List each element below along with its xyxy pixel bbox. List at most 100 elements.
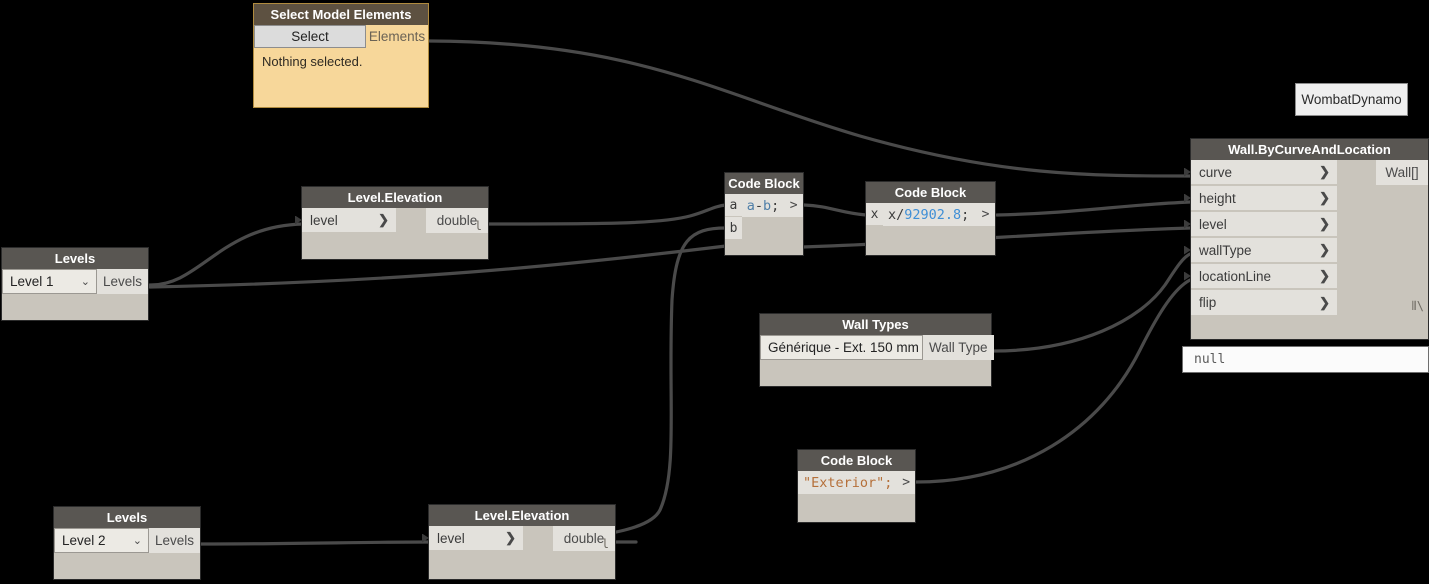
select-row: Select Elements: [254, 25, 428, 48]
chevron-right-icon: ❯: [1319, 190, 1330, 205]
port-row-level: level ❯: [1184, 212, 1428, 238]
input-port-b[interactable]: b: [725, 217, 742, 239]
selection-status-text: Nothing selected.: [262, 54, 363, 69]
code-token: b: [763, 197, 772, 214]
levels-dropdown[interactable]: Level 1 ⌄: [2, 269, 97, 294]
code-text[interactable]: x/92902.8;: [883, 203, 976, 226]
level-input-label: level: [437, 530, 465, 546]
code-row-x: x x/92902.8; >: [866, 203, 995, 226]
code-row-b: b: [725, 217, 803, 239]
preview-pin-icon[interactable]: l: [602, 537, 609, 551]
wire-cb1-to-cb2: [802, 203, 868, 217]
node-select-model-elements[interactable]: Select Model Elements Select Elements No…: [253, 3, 429, 108]
input-port-x[interactable]: x: [866, 203, 883, 226]
node-title: Levels: [54, 507, 200, 528]
wire-levelelev2-to-b: [427, 226, 728, 544]
levels-output-port[interactable]: Levels: [148, 528, 200, 553]
node-wall-by-curve-and-location[interactable]: Wall.ByCurveAndLocation curve ❯ Wall[] h…: [1184, 138, 1429, 340]
levels-dropdown-value: Level 2: [62, 533, 106, 548]
wall-type-dropdown[interactable]: Générique - Ext. 150 mm ⌄: [760, 335, 936, 360]
node-title: Wall Types: [760, 314, 991, 335]
locationline-input-port[interactable]: locationLine ❯: [1184, 264, 1337, 289]
port-row-flip: flip ❯: [1191, 290, 1428, 316]
input-label: flip: [1199, 295, 1217, 310]
wire-levels1-to-levelelev1: [148, 222, 305, 287]
levels-dropdown[interactable]: Level 2 ⌄: [54, 528, 149, 553]
levels-dropdown-value: Level 1: [10, 274, 54, 289]
preview-pin-icon[interactable]: l: [475, 219, 482, 233]
levels-output-port[interactable]: Levels: [96, 269, 148, 294]
elements-output-port[interactable]: Elements: [366, 25, 428, 48]
input-port-a[interactable]: a: [725, 194, 742, 217]
chevron-right-icon: ❯: [1319, 164, 1330, 179]
chevron-right-icon: ❯: [1319, 242, 1330, 257]
code-token: "Exterior": [803, 474, 885, 491]
output-port[interactable]: >: [976, 203, 995, 226]
node-level-elevation-1[interactable]: Level.Elevation level ❯ double l: [295, 186, 489, 260]
port-row: level ❯ double: [422, 526, 615, 552]
wire-cb2-to-height: [995, 200, 1192, 217]
node-levels-1[interactable]: Levels Level 1 ⌄ Levels: [1, 247, 149, 321]
node-levels-2[interactable]: Levels Level 2 ⌄ Levels: [53, 506, 201, 580]
code-token: ;: [884, 474, 893, 491]
chevron-right-icon: ❯: [505, 530, 516, 545]
level-input-port[interactable]: level ❯: [295, 208, 396, 233]
node-wall-types[interactable]: Wall Types Générique - Ext. 150 mm ⌄ Wal…: [759, 313, 994, 387]
output-port[interactable]: >: [897, 471, 915, 494]
node-level-elevation-2[interactable]: Level.Elevation level ❯ double l: [422, 504, 616, 580]
flip-input-port[interactable]: flip ❯: [1191, 290, 1337, 315]
wall-type-output-port[interactable]: Wall Type: [923, 335, 994, 360]
code-token: -: [754, 197, 764, 214]
node-body: level ❯ double l: [422, 526, 615, 552]
input-connector-nub: [1184, 193, 1191, 203]
wall-output-port[interactable]: Wall[]: [1376, 160, 1428, 185]
port-row-curve: curve ❯ Wall[]: [1184, 160, 1428, 186]
wall-type-dropdown-value: Générique - Ext. 150 mm: [768, 340, 919, 355]
input-connector-nub: [1184, 219, 1191, 229]
height-input-port[interactable]: height ❯: [1184, 186, 1337, 211]
level-input-label: level: [310, 212, 338, 228]
node-title: Code Block: [798, 450, 915, 471]
select-button[interactable]: Select: [254, 25, 366, 48]
node-title: Select Model Elements: [254, 4, 428, 25]
input-label: curve: [1199, 164, 1233, 180]
code-token: ;: [771, 197, 780, 214]
levels-row: Level 1 ⌄ Levels: [2, 269, 148, 294]
code-token: a: [746, 197, 755, 214]
preview-value: null: [1194, 352, 1226, 367]
output-port[interactable]: >: [784, 194, 803, 217]
node-body: curve ❯ Wall[] height ❯ level ❯ wallType…: [1184, 160, 1428, 316]
level-input-port[interactable]: level ❯: [1184, 212, 1337, 237]
code-token: 92902.8: [904, 206, 962, 223]
code-text[interactable]: "Exterior";: [798, 471, 898, 494]
port-spacer: [1337, 160, 1376, 186]
chevron-right-icon: ❯: [1319, 294, 1330, 310]
node-body: level ❯ double l: [295, 208, 488, 234]
node-body: Générique - Ext. 150 mm ⌄ Wall Type: [760, 335, 994, 360]
wire-to-wall-level: [801, 226, 1192, 249]
chevron-right-icon: ❯: [378, 212, 389, 227]
input-connector-nub: [295, 215, 302, 225]
note-text: WombatDynamo: [1301, 92, 1402, 107]
code-token: x/: [888, 206, 905, 223]
node-body: x x/92902.8; >: [866, 203, 995, 226]
level-input-port[interactable]: level ❯: [422, 526, 523, 551]
resize-handle[interactable]: ⦀\: [1411, 299, 1424, 314]
dynamo-canvas[interactable]: Select Model Elements Select Elements No…: [0, 0, 1429, 584]
code-token: ;: [961, 206, 970, 223]
wire-levelelev1-to-a: [487, 203, 728, 226]
node-title: Level.Elevation: [302, 187, 488, 208]
code-text[interactable]: a - b;: [741, 194, 785, 217]
input-connector-nub: [1184, 167, 1191, 177]
node-code-block-3[interactable]: Code Block "Exterior"; >: [797, 449, 916, 523]
node-body: a a - b; > b: [725, 194, 803, 239]
note-wombat-dynamo[interactable]: WombatDynamo: [1295, 83, 1408, 116]
node-code-block-2[interactable]: Code Block x x/92902.8; >: [865, 181, 996, 256]
node-title: Code Block: [725, 173, 803, 194]
port-row-height: height ❯: [1184, 186, 1428, 212]
input-label: locationLine: [1199, 268, 1272, 284]
node-code-block-1[interactable]: Code Block a a - b; > b: [724, 172, 804, 256]
curve-input-port[interactable]: curve ❯: [1184, 160, 1337, 185]
walltype-input-port[interactable]: wallType ❯: [1184, 238, 1337, 263]
levels-row: Level 2 ⌄ Levels: [54, 528, 200, 553]
